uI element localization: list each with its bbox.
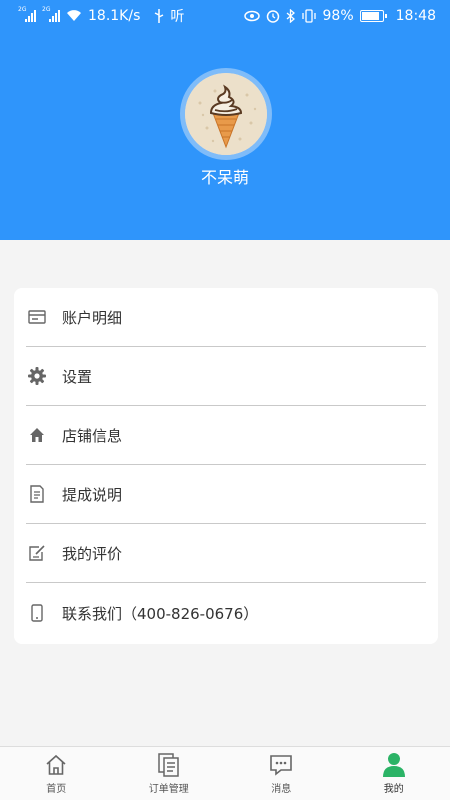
bluetooth-icon [286,9,295,23]
user-icon [381,752,407,778]
menu-item-commission[interactable]: 提成说明 [26,465,426,523]
bottom-nav: 首页 订单管理 消息 我的 [0,746,450,800]
nav-label: 我的 [383,784,404,795]
document-icon [28,485,46,503]
status-bar: 2G 2G 18.1K/s 听 98% 18:48 [0,0,450,32]
status-extra: 听 [170,9,185,25]
chat-icon [268,752,294,778]
username: 不呆萌 [200,168,249,187]
home-outline-icon [43,752,69,778]
nav-label: 消息 [271,784,292,795]
menu-item-my-reviews[interactable]: 我的评价 [26,524,426,582]
home-icon [28,426,46,444]
nav-label: 首页 [46,784,67,795]
profile-header: 2G 2G 18.1K/s 听 98% 18:48 不呆萌 [0,0,450,240]
nav-label: 订单管理 [148,784,189,795]
menu-item-label: 设置 [62,367,93,386]
menu-item-contact-us[interactable]: 联系我们（400-826-0676） [26,584,426,642]
nav-mine[interactable]: 我的 [338,747,450,800]
edit-icon [28,544,46,562]
card-icon [28,308,46,326]
orders-icon [156,752,182,778]
menu-card: 账户明细 设置 店铺信息 提成说明 我的评价 联系我们（400-826-0676… [14,288,438,644]
avatar[interactable] [180,68,272,160]
menu-item-label: 账户明细 [62,308,123,327]
nav-messages[interactable]: 消息 [225,747,338,800]
ice-cream-avatar-icon [185,73,267,155]
network-speed: 18.1K/s [88,8,141,24]
gear-icon [28,367,46,385]
usb-icon [155,9,164,23]
battery-percent: 98% [322,8,354,24]
signal-icon: 2G [18,7,36,22]
menu-item-label: 店铺信息 [62,426,123,445]
wifi-icon [67,10,81,21]
menu-item-settings[interactable]: 设置 [26,347,426,405]
menu-item-label: 联系我们（400-826-0676） [62,604,259,623]
signal-icon-2: 2G [42,7,60,22]
battery-icon [359,10,387,22]
eye-icon [243,10,260,22]
menu-item-label: 提成说明 [62,485,123,504]
menu-item-label: 我的评价 [62,544,123,563]
divider [26,582,426,583]
clock: 18:48 [395,8,436,24]
menu-item-account-details[interactable]: 账户明细 [26,288,426,346]
nav-home[interactable]: 首页 [0,747,113,800]
phone-icon [28,604,46,622]
alarm-icon [266,10,279,23]
nav-orders[interactable]: 订单管理 [113,747,226,800]
vibrate-icon [301,9,316,23]
menu-item-shop-info[interactable]: 店铺信息 [26,406,426,464]
